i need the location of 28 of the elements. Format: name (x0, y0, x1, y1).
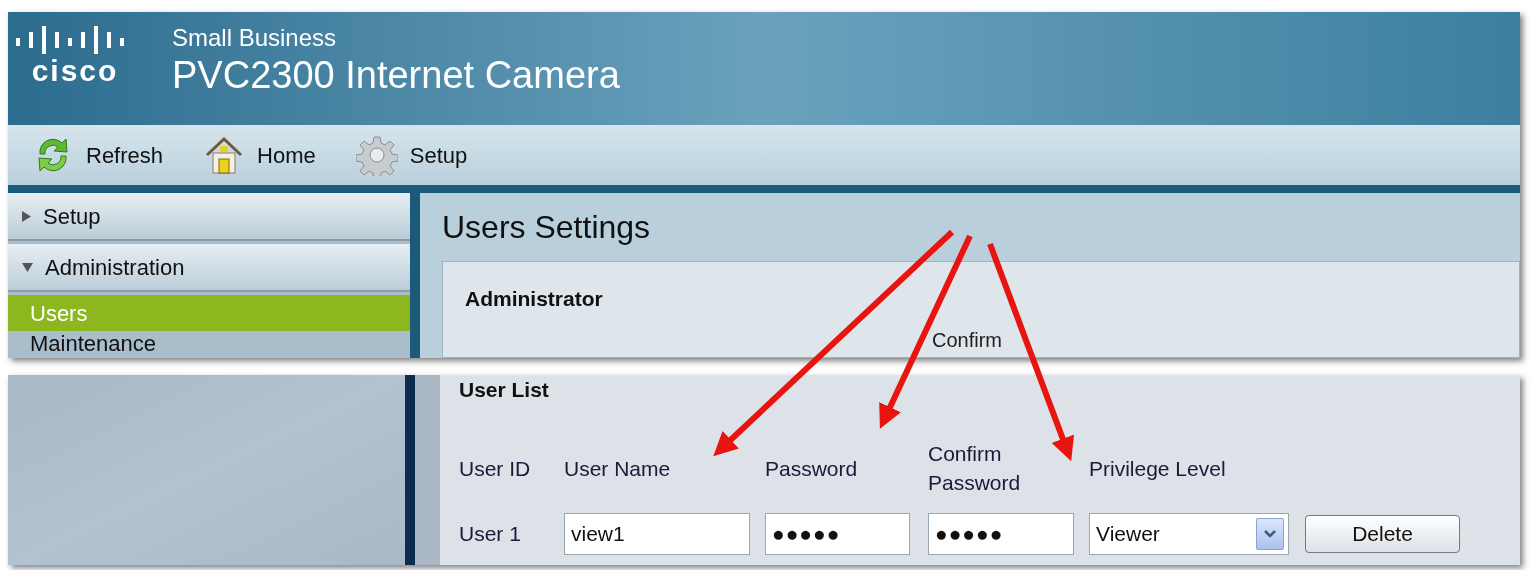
column-header: User ID (459, 455, 532, 482)
sidebar-section[interactable]: Setup (8, 193, 410, 241)
toolbar-button[interactable]: Home (203, 134, 316, 176)
gear-icon (355, 134, 398, 176)
sidebar-label: Setup (43, 202, 101, 231)
dropdown[interactable]: Viewer (1089, 513, 1289, 555)
chevron-icon (1256, 518, 1284, 550)
column-header: Confirm Password (928, 441, 1022, 496)
password-field[interactable]: ●●●●● (765, 513, 910, 555)
toolbar-button[interactable]: Setup (355, 134, 468, 176)
toolbar-button[interactable]: Refresh (32, 134, 164, 176)
input-field[interactable]: view1 (564, 513, 750, 555)
sidebar-item[interactable]: Maintenance (8, 331, 410, 355)
column-label: Confirm (932, 328, 1003, 352)
column-header: User Name (564, 455, 672, 482)
sidebar-section[interactable]: Administration (8, 244, 410, 292)
section-heading: Administrator (465, 286, 604, 312)
table-cell-text: User 1 (459, 521, 522, 548)
section-heading: User List (459, 377, 550, 403)
password-field[interactable]: ●●●●● (928, 513, 1074, 555)
sidebar-label: Administration (45, 253, 185, 282)
delete-button[interactable]: Delete (1305, 515, 1460, 553)
page-title: Users Settings (442, 208, 652, 247)
subtitle: Small Business (172, 24, 338, 52)
logo-text: cisco (31, 54, 119, 88)
app-title: PVC2300 Internet Camera (172, 53, 620, 98)
column-header: Password (765, 455, 859, 482)
column-header: Privilege Level (1089, 455, 1227, 482)
